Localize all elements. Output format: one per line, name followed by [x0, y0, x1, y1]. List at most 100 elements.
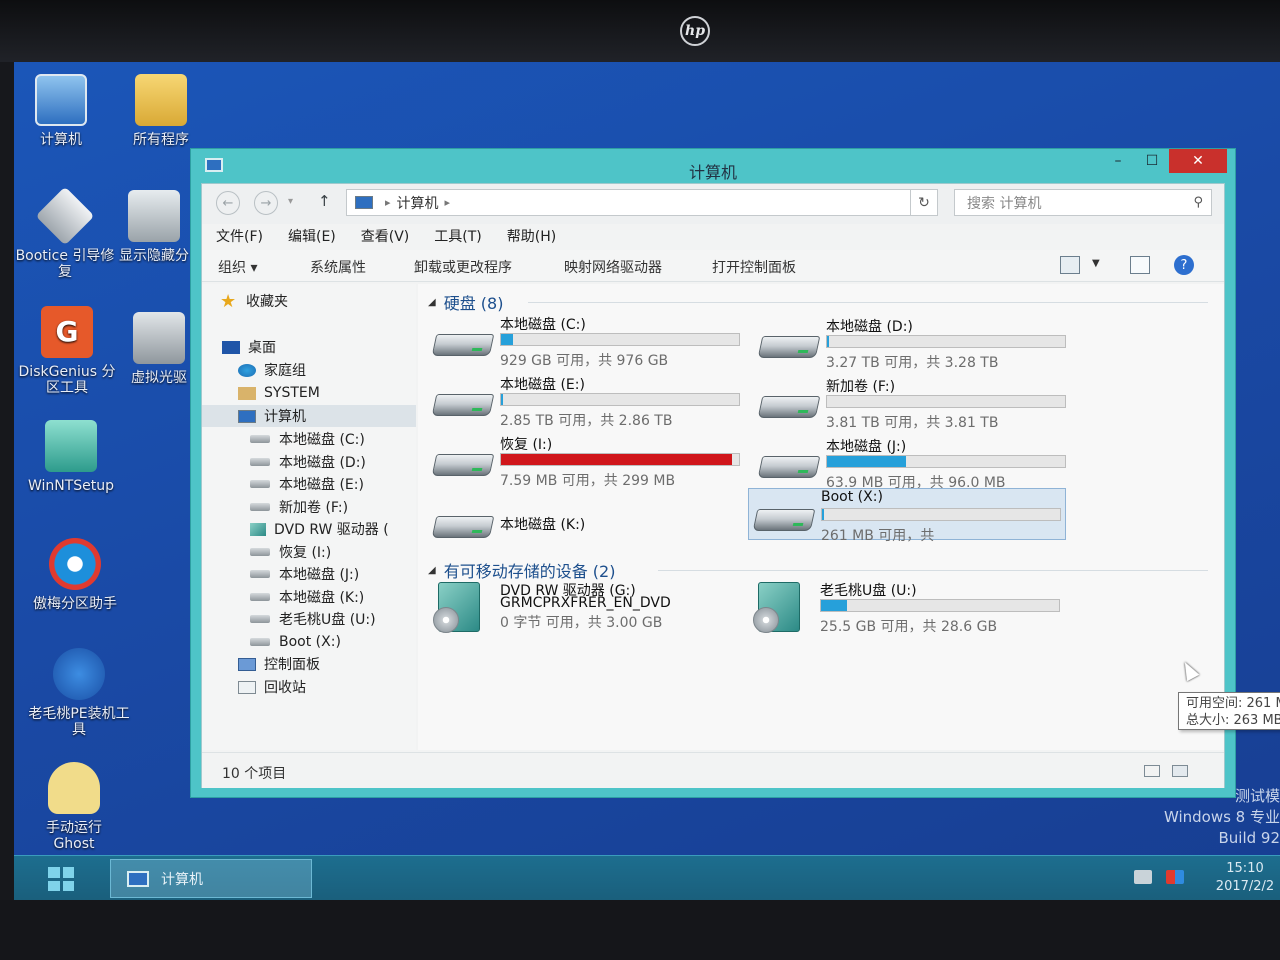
desktop-icon-label: Bootice 引导修复: [15, 248, 115, 280]
nav-label: SYSTEM: [264, 385, 320, 401]
nav-drive-e[interactable]: 本地磁盘 (E:): [202, 473, 416, 495]
nav-label: 家庭组: [264, 363, 306, 379]
nav-drive-x[interactable]: Boot (X:): [202, 631, 416, 653]
recent-dropdown-icon[interactable]: ▾: [288, 196, 293, 207]
hard-drive-icon: [431, 454, 495, 476]
collapse-icon[interactable]: ◢: [428, 565, 436, 576]
desktop-icon-ghost[interactable]: 手动运行 Ghost: [24, 762, 124, 852]
change-view-icon[interactable]: [1060, 256, 1080, 274]
nav-recycle-bin[interactable]: 回收站: [202, 676, 416, 698]
drive-tile-e[interactable]: 本地磁盘 (E:) 2.85 TB 可用，共 2.86 TB: [428, 374, 746, 430]
tooltip-total-size: 总大小: 263 MB: [1186, 713, 1280, 728]
hard-drive-icon: [431, 334, 495, 356]
usage-fill: [822, 509, 825, 520]
nav-drive-g[interactable]: DVD RW 驱动器 (: [202, 518, 416, 540]
desktop-icon-aomei[interactable]: 傲梅分区助手: [20, 538, 130, 612]
help-icon[interactable]: ?: [1174, 255, 1194, 275]
preview-pane-icon[interactable]: [1130, 256, 1150, 274]
nav-drive-c[interactable]: 本地磁盘 (C:): [202, 428, 416, 450]
menu-view[interactable]: 查看(V): [347, 226, 421, 250]
nav-label: 本地磁盘 (C:): [279, 432, 365, 448]
breadcrumb-computer[interactable]: 计算机: [397, 193, 439, 213]
drive-tile-f[interactable]: 新加卷 (F:) 3.81 TB 可用，共 3.81 TB: [754, 376, 1072, 432]
windows-logo-icon: [48, 867, 60, 878]
group-header-removable[interactable]: ◢ 有可移动存储的设备 (2): [428, 558, 615, 582]
forward-button[interactable]: →: [254, 191, 278, 215]
map-network-drive-button[interactable]: 映射网络驱动器: [564, 257, 662, 277]
tray-network-icon[interactable]: [1166, 870, 1184, 884]
nav-control-panel[interactable]: 控制面板: [202, 653, 416, 675]
tray-keyboard-icon[interactable]: [1134, 870, 1152, 884]
content-pane: ◢ 硬盘 (8) 本地磁盘 (C:) 929 GB 可用，共 976 GB 本地…: [418, 284, 1280, 750]
drive-tile-u[interactable]: 老毛桃U盘 (U:) 25.5 GB 可用，共 28.6 GB: [748, 580, 1066, 636]
open-control-panel-button[interactable]: 打开控制面板: [712, 257, 796, 277]
menu-tools[interactable]: 工具(T): [420, 226, 492, 250]
drive-tile-x[interactable]: Boot (X:) 261 MB 可用，共: [748, 488, 1066, 544]
drive-name: 新加卷 (F:): [826, 379, 896, 395]
menu-file[interactable]: 文件(F): [202, 226, 274, 250]
drive-tile-c[interactable]: 本地磁盘 (C:) 929 GB 可用，共 976 GB: [428, 314, 746, 370]
drive-icon: [250, 503, 270, 511]
drive-tile-k[interactable]: 本地磁盘 (K:): [428, 496, 746, 552]
window-titlebar[interactable]: 计算机 – ☐ ✕: [191, 149, 1235, 183]
search-icon[interactable]: ⚲: [1193, 195, 1203, 210]
menu-help[interactable]: 帮助(H): [493, 226, 567, 250]
nav-system[interactable]: SYSTEM: [202, 382, 416, 404]
nav-drive-f[interactable]: 新加卷 (F:): [202, 496, 416, 518]
desktop-icon-winntsetup[interactable]: WinNTSetup: [16, 420, 126, 494]
up-button[interactable]: ↑: [318, 192, 331, 210]
system-clock[interactable]: 15:10 2017/2/2: [1210, 860, 1280, 896]
hard-drive-icon: [752, 509, 816, 531]
desktop-icon-bootice[interactable]: Bootice 引导修复: [14, 186, 120, 280]
taskbar-item-computer[interactable]: 计算机: [110, 859, 312, 898]
desktop-icon-show-hidden-partition[interactable]: 显示隐藏分: [114, 190, 194, 264]
details-view-icon[interactable]: [1144, 765, 1160, 777]
desktop-icon-virtual-drive[interactable]: 虚拟光驱: [124, 312, 194, 386]
nav-favorites[interactable]: ★ 收藏夹: [202, 290, 416, 312]
address-bar[interactable]: ▸ 计算机 ▸ ▾: [346, 189, 934, 216]
bootice-icon: [35, 186, 95, 246]
desktop-icon-laomaotao[interactable]: 老毛桃PE装机工具: [24, 648, 134, 738]
menu-bar: 文件(F) 编辑(E) 查看(V) 工具(T) 帮助(H): [202, 226, 1224, 250]
tiles-view-icon[interactable]: [1172, 765, 1188, 777]
maximize-button[interactable]: ☐: [1137, 149, 1167, 173]
start-button[interactable]: [34, 864, 88, 894]
system-properties-button[interactable]: 系统属性: [310, 257, 366, 277]
chevron-down-icon[interactable]: ▼: [1092, 258, 1100, 269]
nav-drive-k[interactable]: 本地磁盘 (K:): [202, 586, 416, 608]
chevron-right-icon[interactable]: ▸: [445, 196, 451, 209]
group-header-hard-disks[interactable]: ◢ 硬盘 (8): [428, 290, 503, 314]
drive-icon: [250, 638, 270, 646]
item-count: 10 个项目: [222, 766, 287, 782]
minimize-button[interactable]: –: [1103, 149, 1133, 173]
refresh-button[interactable]: ↻: [910, 189, 938, 216]
organize-button[interactable]: 组织 ▾: [218, 257, 257, 277]
group-label: 有可移动存储的设备 (2): [443, 562, 616, 581]
nav-drive-u[interactable]: 老毛桃U盘 (U:): [202, 608, 416, 630]
nav-drive-i[interactable]: 恢复 (I:): [202, 541, 416, 563]
nav-drive-d[interactable]: 本地磁盘 (D:): [202, 451, 416, 473]
watermark-line: Build 92: [1218, 829, 1280, 847]
ghost-icon: [48, 762, 100, 814]
windows-logo-icon: [62, 867, 74, 878]
nav-homegroup[interactable]: 家庭组: [202, 359, 416, 381]
drive-tile-j[interactable]: 本地磁盘 (J:) 63.9 MB 可用，共 96.0 MB: [754, 436, 1072, 492]
drive-tile-d[interactable]: 本地磁盘 (D:) 3.27 TB 可用，共 3.28 TB: [754, 316, 1072, 372]
desktop-icon-all-programs[interactable]: 所有程序: [106, 74, 216, 148]
search-input[interactable]: 搜索 计算机 ⚲: [954, 189, 1212, 216]
nav-desktop[interactable]: 桌面: [202, 336, 416, 358]
drive-tile-i[interactable]: 恢复 (I:) 7.59 MB 可用，共 299 MB: [428, 434, 746, 490]
status-bar: 10 个项目: [202, 752, 1224, 788]
nav-computer[interactable]: 计算机: [202, 405, 416, 427]
back-button[interactable]: ←: [216, 191, 240, 215]
explorer-window: 计算机 – ☐ ✕ ← → ▾ ↑ ▸ 计算机 ▸ ▾ ↻ 搜索 计算机 ⚲ 文…: [190, 148, 1280, 798]
desktop-icon-diskgenius[interactable]: G DiskGenius 分区工具: [14, 306, 122, 396]
desktop-icon-computer[interactable]: 计算机: [14, 74, 116, 148]
nav-drive-j[interactable]: 本地磁盘 (J:): [202, 563, 416, 585]
close-button[interactable]: ✕: [1169, 149, 1227, 173]
collapse-icon[interactable]: ◢: [428, 297, 436, 308]
drive-tile-g[interactable]: DVD RW 驱动器 (G:) GRMCPRXFRER_EN_DVD 0 字节 …: [428, 580, 746, 638]
drive-icon: [250, 548, 270, 556]
menu-edit[interactable]: 编辑(E): [274, 226, 347, 250]
uninstall-program-button[interactable]: 卸载或更改程序: [414, 257, 512, 277]
